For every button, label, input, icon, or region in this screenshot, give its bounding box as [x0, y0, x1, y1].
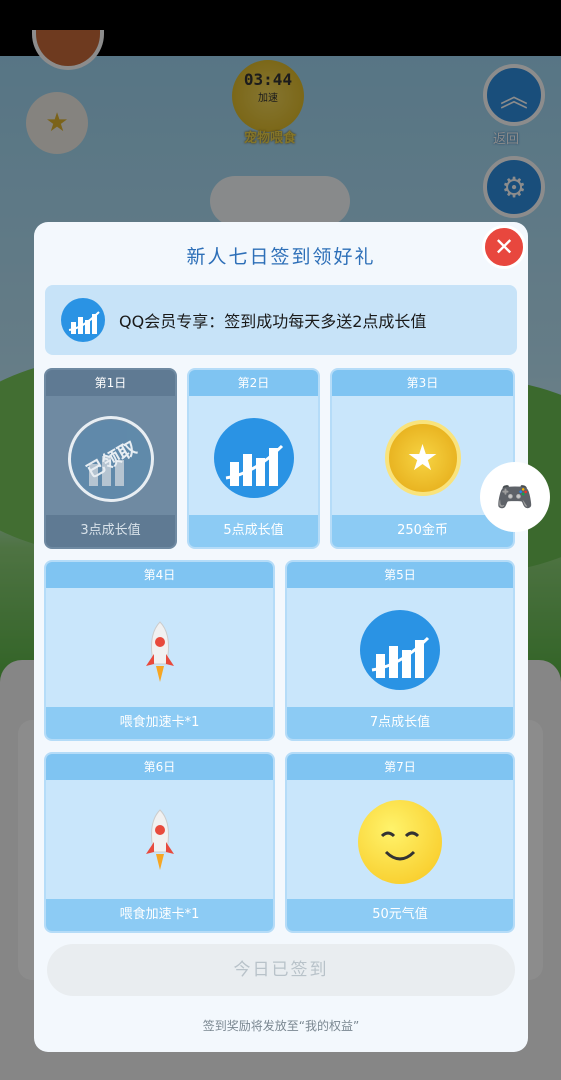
close-icon: ✕ — [493, 233, 515, 261]
smile-icon-wrap — [358, 800, 442, 884]
day-reward: 50元气值 — [287, 899, 513, 931]
day-card-2[interactable]: 第2日 5点成长值 — [187, 368, 320, 549]
day-label: 第1日 — [46, 370, 175, 396]
rocket-icon — [145, 621, 174, 682]
day-label: 第2日 — [189, 370, 318, 396]
vip-banner-text: QQ会员专享：签到成功每天多送2点成长值 — [119, 312, 427, 331]
growth-icon — [213, 418, 294, 498]
day-card-5[interactable]: 第5日 7点成长值 — [285, 560, 515, 741]
signed-today-button[interactable]: 今日已签到 — [47, 944, 515, 996]
day-reward: 7点成长值 — [287, 707, 513, 739]
day-reward: 250金币 — [332, 515, 513, 547]
day-label: 第5日 — [287, 562, 513, 588]
reward-footnote: 签到奖励将发放至“我的权益” — [202, 1019, 360, 1033]
smile-icon — [358, 800, 442, 884]
gold-coin-icon: ★ — [384, 420, 461, 496]
vip-banner: QQ会员专享：签到成功每天多送2点成长值 — [45, 285, 517, 355]
close-button[interactable]: ✕ — [482, 225, 526, 269]
growth-icon — [61, 298, 105, 342]
gamepad-icon[interactable]: 🎮 — [480, 462, 550, 532]
claimed-stamp: 已领取 — [51, 399, 170, 518]
growth-icon-wrap — [213, 418, 294, 498]
day-label: 第4日 — [46, 562, 273, 588]
checkin-dialog: 新人七日签到领好礼 QQ会员专享：签到成功每天多送2点成长值 第1日 已领取 3… — [34, 222, 528, 1052]
gold-coin-icon-wrap: ★ — [384, 420, 461, 496]
growth-icon — [360, 610, 440, 690]
day-card-6[interactable]: 第6日 喂食加速卡*1 — [44, 752, 275, 933]
dialog-title: 新人七日签到领好礼 — [186, 246, 376, 268]
day-card-4[interactable]: 第4日 喂食加速卡*1 — [44, 560, 275, 741]
rocket-icon-wrap — [138, 620, 182, 690]
day-reward: 喂食加速卡*1 — [46, 899, 273, 931]
day-label: 第3日 — [332, 370, 513, 396]
day-card-3[interactable]: 第3日 ★ 250金币 — [330, 368, 515, 549]
rocket-icon-wrap — [138, 808, 182, 878]
day-label: 第6日 — [46, 754, 273, 780]
day-reward: 5点成长值 — [189, 515, 318, 547]
day-reward: 喂食加速卡*1 — [46, 707, 273, 739]
day-card-1[interactable]: 第1日 已领取 3点成长值 — [44, 368, 177, 549]
day-label: 第7日 — [287, 754, 513, 780]
rocket-icon — [145, 809, 174, 870]
day-card-7[interactable]: 第7日 50元气值 — [285, 752, 515, 933]
day-reward: 3点成长值 — [46, 515, 175, 547]
growth-icon-wrap — [360, 610, 440, 690]
